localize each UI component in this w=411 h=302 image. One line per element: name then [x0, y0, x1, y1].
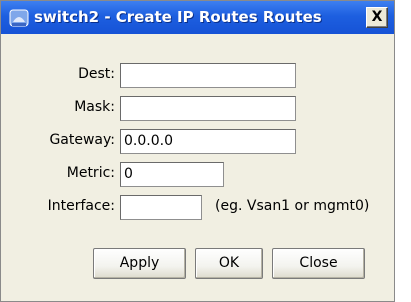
ok-button[interactable]: OK: [195, 248, 263, 279]
close-window-button[interactable]: X: [366, 7, 388, 28]
interface-hint: (eg. Vsan1 or mgmt0): [215, 198, 370, 214]
mask-field[interactable]: [120, 96, 296, 121]
interface-label: Interface:: [47, 198, 115, 214]
metric-label: Metric:: [66, 165, 115, 181]
dest-field[interactable]: [120, 63, 296, 88]
title-bar[interactable]: switch2 - Create IP Routes Routes X: [1, 1, 394, 34]
close-icon: X: [371, 9, 383, 25]
gateway-label: Gateway:: [49, 132, 115, 148]
app-icon: [9, 9, 29, 27]
interface-field[interactable]: [120, 195, 202, 220]
metric-field[interactable]: 0: [120, 162, 224, 187]
create-ip-routes-dialog: switch2 - Create IP Routes Routes X Dest…: [0, 0, 395, 302]
window-title: switch2 - Create IP Routes Routes: [34, 8, 322, 26]
mask-label: Mask:: [74, 99, 115, 115]
apply-button[interactable]: Apply: [93, 248, 186, 279]
dest-label: Dest:: [78, 66, 115, 82]
close-button[interactable]: Close: [272, 248, 365, 279]
gateway-field[interactable]: 0.0.0.0: [120, 129, 296, 154]
